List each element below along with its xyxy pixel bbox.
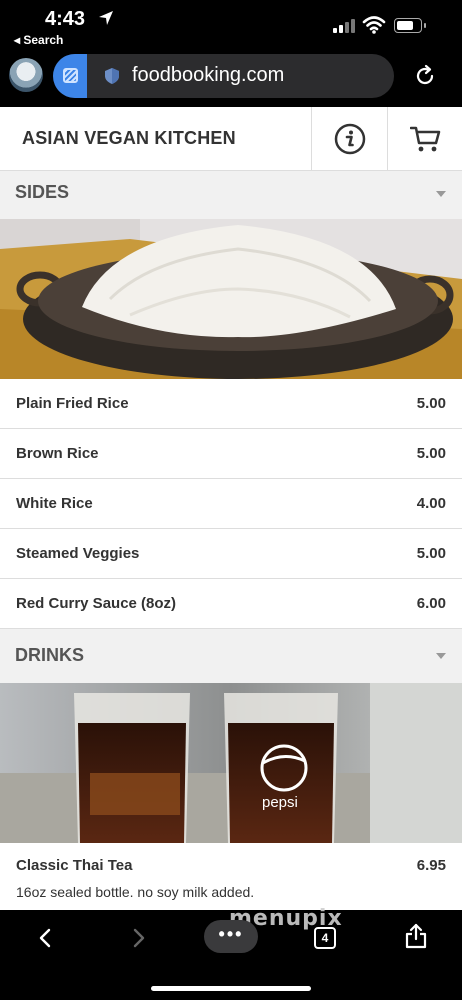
menu-item-row[interactable]: Brown Rice 5.00: [0, 429, 462, 479]
item-name: White Rice: [16, 495, 93, 512]
shield-icon: [105, 68, 119, 84]
chevron-left-icon[interactable]: [36, 928, 56, 948]
section-header-drinks[interactable]: DRINKS: [0, 629, 462, 683]
browser-address-bar: foodbooking.com: [0, 50, 462, 106]
menu-item-row[interactable]: White Rice 4.00: [0, 479, 462, 529]
share-icon[interactable]: [404, 923, 428, 949]
item-price: 4.00: [416, 495, 446, 512]
item-name: Red Curry Sauce (8oz): [16, 595, 177, 612]
more-options-button[interactable]: •••: [204, 920, 258, 953]
chevron-right-icon[interactable]: [128, 928, 148, 948]
tab-overview-button[interactable]: [53, 54, 87, 98]
url-field[interactable]: foodbooking.com: [53, 54, 394, 98]
item-name: Plain Fried Rice: [16, 395, 129, 412]
wifi-icon: [362, 16, 386, 34]
profile-avatar[interactable]: [9, 58, 43, 92]
cart-button[interactable]: [387, 107, 462, 170]
section-title: DRINKS: [15, 645, 85, 665]
item-price: 5.00: [416, 445, 446, 462]
restaurant-header: ASIAN VEGAN KITCHEN: [0, 107, 462, 171]
collapse-caret-icon: [436, 653, 446, 659]
signal-icon: [333, 17, 357, 33]
location-arrow-icon: [99, 11, 113, 25]
info-icon: [334, 123, 366, 155]
menu-page: ASIAN VEGAN KITCHEN SIDES Plain Fried Ri…: [0, 107, 462, 910]
info-button[interactable]: [311, 107, 387, 170]
item-price: 5.00: [416, 395, 446, 412]
reload-icon[interactable]: [413, 64, 437, 88]
collapse-caret-icon: [436, 191, 446, 197]
menu-item-row[interactable]: Red Curry Sauce (8oz) 6.00: [0, 579, 462, 629]
pepsi-logo-text: pepsi: [262, 794, 298, 811]
item-description: 16oz sealed bottle. no soy milk added.: [16, 884, 255, 900]
browser-toolbar: menupix ••• 4: [0, 906, 462, 1000]
tab-grid-icon: [63, 68, 78, 83]
cart-icon: [410, 126, 441, 152]
back-to-search-link[interactable]: ◂ Search: [14, 33, 63, 47]
home-indicator[interactable]: [151, 986, 311, 991]
battery-icon: [394, 18, 426, 33]
restaurant-name: ASIAN VEGAN KITCHEN: [22, 128, 236, 148]
section-header-sides[interactable]: SIDES: [0, 171, 462, 219]
item-name: Brown Rice: [16, 445, 99, 462]
item-name: Steamed Veggies: [16, 545, 140, 562]
menu-item-row[interactable]: Steamed Veggies 5.00: [0, 529, 462, 579]
tab-count-button[interactable]: 4: [314, 927, 336, 949]
drinks-image: pepsi: [0, 683, 462, 843]
item-name: Classic Thai Tea: [16, 857, 133, 874]
status-bar: 4:43 ◂ Search: [0, 0, 462, 50]
item-price: 5.00: [416, 545, 446, 562]
menu-item-row[interactable]: Plain Fried Rice 5.00: [0, 379, 462, 429]
clock: 4:43: [45, 8, 86, 30]
menu-item-row[interactable]: Classic Thai Tea 6.95 16oz sealed bottle…: [0, 843, 462, 910]
section-title: SIDES: [15, 182, 70, 202]
sides-image: [0, 219, 462, 379]
url-text: foodbooking.com: [132, 64, 285, 86]
item-price: 6.00: [416, 595, 446, 612]
item-price: 6.95: [416, 857, 446, 874]
